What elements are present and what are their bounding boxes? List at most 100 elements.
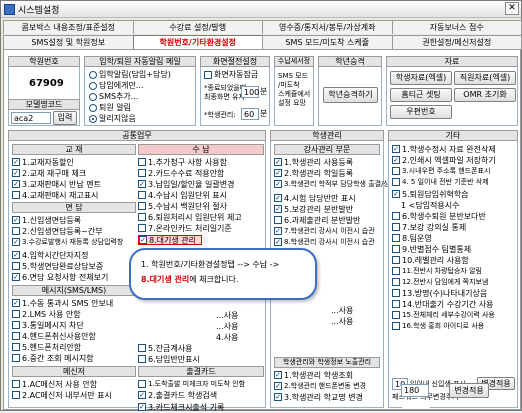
etc-checkbox-2[interactable]	[392, 167, 400, 175]
omr-reset-button[interactable]: OMR 초기화	[454, 88, 516, 102]
teach-checkbox-0[interactable]: ✓	[12, 158, 20, 166]
tab-combo-standard[interactable]: 콤보박스 내용조정/표준설정	[3, 20, 134, 34]
teacher-checkbox-2[interactable]: ✓	[274, 180, 282, 188]
etc-item-6: 6.학생수퇴원 분반보다반	[402, 211, 486, 222]
teacher-checkbox-1[interactable]: ✓	[274, 169, 282, 177]
radio-entry-1[interactable]	[89, 82, 97, 90]
interview-checkbox-2[interactable]: ✓	[12, 238, 20, 246]
etc-checkbox-3[interactable]	[392, 178, 400, 186]
minutes-input[interactable]: 100	[241, 86, 259, 98]
message-checkbox-3[interactable]	[12, 332, 20, 340]
etc-checkbox-9[interactable]	[392, 245, 400, 253]
teacher-checkbox-0[interactable]: ✓	[274, 158, 282, 166]
etc-item-2: 3.시내우편 주소록 핸드폰표시	[402, 166, 490, 176]
etc-checkbox-4[interactable]: ✓	[392, 190, 400, 198]
etc-checkbox-10[interactable]	[392, 256, 400, 264]
etc-checkbox-14[interactable]	[392, 300, 400, 308]
radio-entry-0[interactable]	[89, 71, 97, 79]
teacher-checkbox-6[interactable]: ✓	[274, 227, 282, 235]
interview-checkbox-5[interactable]: ✓	[12, 273, 20, 281]
radio-entry-2[interactable]	[89, 93, 97, 101]
tab-permission[interactable]: 권한설정/메신저설정	[392, 35, 522, 49]
attendance-checkbox-2[interactable]: ✓	[138, 403, 146, 411]
data-head: 자료	[386, 56, 518, 67]
tab-auto-bonus[interactable]: 자동보너스 점수	[392, 20, 522, 34]
payment-checkbox-7[interactable]: ✓	[139, 236, 147, 244]
admin-checkbox-1[interactable]: ✓	[274, 382, 282, 390]
teach-checkbox-2[interactable]: ✓	[12, 180, 20, 188]
tab-receipt[interactable]: 영수증/통지서/봉투/가상계좌	[262, 20, 393, 34]
etc-checkbox-15[interactable]	[392, 311, 400, 319]
etc-checkbox-16[interactable]	[392, 322, 400, 330]
message-checkbox-0[interactable]: ✓	[12, 299, 20, 307]
payment-checkbox-5[interactable]	[138, 213, 146, 221]
payment-item-6: 7.온라인카드 처리일기준	[148, 223, 232, 234]
staff-excel-button[interactable]: 직원자료(엑셀)	[454, 71, 516, 85]
teacher-checkbox-4[interactable]: ✓	[274, 205, 282, 213]
message-checkbox-2[interactable]	[12, 321, 20, 329]
attendance-checkbox-0[interactable]	[138, 380, 146, 388]
student-excel-button[interactable]: 학생자료(엑셀)	[390, 71, 452, 85]
tab-fee-setting[interactable]: 수강료 설정/발행	[133, 20, 264, 34]
auto-lock-checkbox[interactable]	[204, 71, 212, 79]
teach-checkbox-1[interactable]: ✓	[12, 169, 20, 177]
etc-checkbox-12[interactable]	[392, 278, 400, 286]
etc-checkbox-8[interactable]	[392, 234, 400, 242]
model-code-input[interactable]: aca2	[11, 112, 51, 124]
payment-checkbox-6[interactable]	[138, 224, 146, 232]
teach-checkbox-3[interactable]	[12, 191, 20, 199]
payment-more-checkbox-4[interactable]	[138, 355, 146, 363]
payment-checkbox-0[interactable]	[138, 158, 146, 166]
common-business-head: 공통업무	[8, 130, 266, 141]
teacher-checkbox-5[interactable]	[274, 216, 282, 224]
tab-sms-academy[interactable]: SMS설정 및 학원정보	[3, 35, 134, 49]
password-apply-button[interactable]: 변경적용	[449, 383, 489, 398]
messenger-checkbox-1[interactable]	[12, 391, 20, 399]
etc-item-3: 4. 5 일이내 전반 기준반 삭제	[402, 177, 489, 187]
student-mgmt-head: 학생관리	[270, 130, 384, 141]
attendance-item-1: 2.출결카드 학생검색	[148, 390, 217, 401]
payment-checkbox-3[interactable]	[138, 191, 146, 199]
payment-more-checkbox-3[interactable]	[138, 344, 146, 352]
etc-checkbox-11[interactable]	[392, 267, 400, 275]
etc-item-13: 13.방명(수)나타내기상음	[402, 288, 487, 299]
check-setting-head: 수납세서정	[274, 56, 314, 67]
radio-entry-4[interactable]	[89, 115, 97, 123]
interview-checkbox-3[interactable]: ✓	[12, 251, 20, 259]
admin-checkbox-0[interactable]: ✓	[274, 371, 282, 379]
close-icon[interactable]: ✕	[505, 2, 519, 15]
hometeacher-setting-button[interactable]: 홈티근 셋팅	[390, 88, 452, 102]
etc-checkbox-0[interactable]: ✓	[392, 145, 400, 153]
message-checkbox-4[interactable]	[12, 343, 20, 351]
payment-checkbox-2[interactable]: ✓	[138, 180, 146, 188]
payment-checkbox-4[interactable]	[138, 202, 146, 210]
interview-checkbox-1[interactable]	[12, 227, 20, 235]
radio-entry-3[interactable]	[89, 104, 97, 112]
teacher-checkbox-7[interactable]: ✓	[274, 238, 282, 246]
password-cycle-input[interactable]: 180	[401, 384, 429, 397]
tab-sms-schedule[interactable]: SMS 모드/미도착 스케쥴	[262, 35, 393, 49]
payment-more-4: 6.담임반만표시	[148, 354, 200, 365]
message-checkbox-5[interactable]	[12, 354, 20, 362]
tab-academy-env[interactable]: 학원번호/기타환경설정	[133, 35, 264, 49]
messenger-checkbox-0[interactable]	[12, 380, 20, 388]
model-code-input-button[interactable]: 입력	[53, 111, 77, 125]
grade-promote-button[interactable]: 학년승격하기	[323, 87, 378, 103]
payment-item-2: 3.납입일/할인율 일괄변경	[148, 179, 234, 190]
message-checkbox-1[interactable]	[12, 310, 20, 318]
etc-checkbox-13[interactable]	[392, 289, 400, 297]
entry-notify-box: 입학/퇴원 자동알림 메일 입학알림(담임+담당) 담임에게만... SMS추가…	[84, 56, 196, 126]
etc-checkbox-7[interactable]	[392, 223, 400, 231]
zipcode-button[interactable]: 우편번호	[390, 105, 452, 119]
interview-checkbox-0[interactable]: ✓	[12, 216, 20, 224]
teacher-checkbox-3[interactable]: ✓	[274, 194, 282, 202]
teacher-item-1: 2.학생관리 학일등록	[284, 168, 353, 179]
etc-checkbox-6[interactable]	[392, 212, 400, 220]
etc-checkbox-1[interactable]: ✓	[392, 156, 400, 164]
payment-checkbox-1[interactable]	[138, 169, 146, 177]
student-minutes-input[interactable]: 60	[241, 108, 259, 120]
admin-checkbox-2[interactable]: ✓	[274, 393, 282, 401]
screen-save-head: 화면절전설정	[200, 56, 270, 67]
interview-checkbox-4[interactable]	[12, 262, 20, 270]
attendance-checkbox-1[interactable]: ✓	[138, 391, 146, 399]
